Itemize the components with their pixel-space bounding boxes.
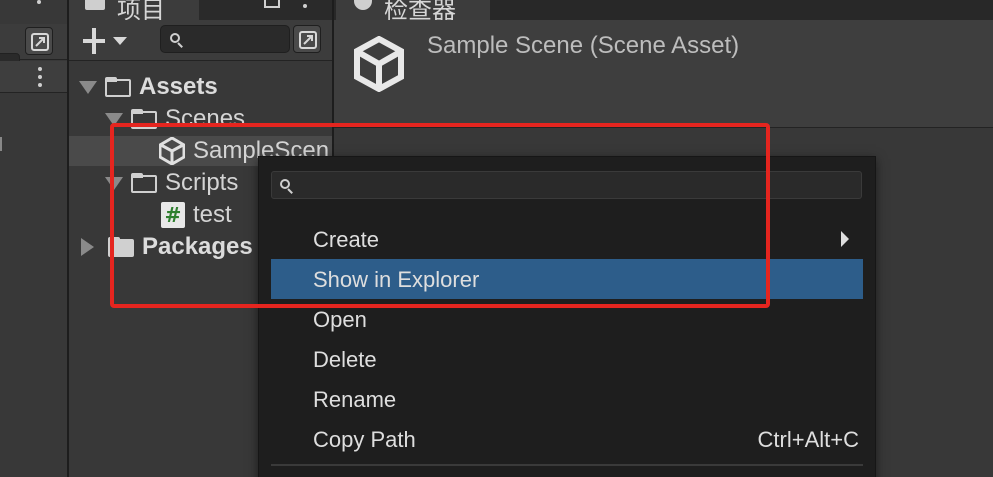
menu-item-show-in-explorer[interactable]: Show in Explorer bbox=[271, 259, 863, 299]
tree-item-test[interactable]: # test bbox=[161, 199, 232, 231]
object-picker-button[interactable] bbox=[293, 25, 321, 53]
project-toolbar bbox=[69, 20, 332, 61]
partial-tree-line bbox=[0, 137, 4, 151]
menu-divider bbox=[271, 464, 863, 466]
menu-item-create[interactable]: Create bbox=[271, 219, 863, 259]
unity-scene-icon bbox=[354, 36, 404, 92]
menu-item-rename[interactable]: Rename bbox=[271, 379, 863, 419]
unity-scene-icon bbox=[159, 137, 185, 165]
dropdown-caret-icon bbox=[113, 37, 127, 45]
submenu-arrow-icon bbox=[841, 231, 849, 247]
tree-item-packages[interactable]: Packages bbox=[81, 231, 253, 263]
info-icon bbox=[354, 0, 372, 10]
menu-item-label: Copy Path bbox=[313, 427, 416, 452]
tab-project[interactable]: 项目 bbox=[69, 0, 199, 24]
menu-item-label: Rename bbox=[313, 387, 397, 412]
menu-item-open[interactable]: Open bbox=[271, 299, 863, 339]
menu-item-delete[interactable]: Delete bbox=[271, 339, 863, 379]
menu-item-label: Show in Explorer bbox=[313, 267, 480, 292]
collapse-arrow-icon[interactable] bbox=[81, 238, 94, 256]
tree-item-scripts[interactable]: Scripts bbox=[105, 167, 238, 199]
search-icon bbox=[280, 179, 294, 194]
kebab-menu-icon[interactable] bbox=[36, 0, 42, 8]
menu-item-label: Delete bbox=[313, 347, 377, 372]
left-side-panel bbox=[0, 0, 67, 477]
project-tab-strip: 项目 bbox=[69, 0, 332, 24]
menu-item-copy-path[interactable]: Copy Path Ctrl+Alt+C bbox=[271, 419, 863, 459]
context-menu-search-input[interactable] bbox=[271, 171, 862, 199]
kebab-menu-icon[interactable] bbox=[302, 0, 308, 8]
expand-arrow-icon[interactable] bbox=[105, 112, 123, 126]
left-panel-header bbox=[0, 61, 67, 93]
folder-open-icon bbox=[131, 173, 157, 193]
object-picker-icon bbox=[299, 31, 317, 49]
folder-open-icon bbox=[131, 109, 157, 129]
tree-item-assets[interactable]: Assets bbox=[79, 71, 218, 103]
csharp-script-icon: # bbox=[161, 202, 185, 228]
expand-arrow-icon[interactable] bbox=[105, 176, 123, 190]
tab-inspector[interactable]: 检查器 bbox=[336, 0, 490, 24]
left-panel-toolbar bbox=[0, 24, 67, 78]
tree-label-test: test bbox=[193, 201, 232, 228]
inspector-tab-strip: 检查器 bbox=[334, 0, 993, 24]
menu-item-label: Create bbox=[313, 227, 380, 252]
folder-closed-icon bbox=[108, 237, 134, 257]
tree-label-scenes: Scenes bbox=[165, 105, 246, 132]
menu-item-shortcut: Ctrl+Alt+C bbox=[757, 427, 859, 452]
project-folder-icon bbox=[85, 0, 105, 10]
expand-arrow-icon[interactable] bbox=[79, 80, 97, 94]
object-picker-icon bbox=[31, 33, 49, 51]
context-menu: Create Show in Explorer Open Delete Rena… bbox=[258, 156, 876, 477]
inspector-header: Sample Scene (Scene Asset) bbox=[334, 20, 993, 128]
tree-label-packages: Packages bbox=[142, 233, 253, 260]
tree-label-assets: Assets bbox=[139, 73, 218, 100]
add-asset-button[interactable] bbox=[81, 27, 129, 55]
inspector-title: Sample Scene (Scene Asset) bbox=[427, 32, 740, 59]
menu-item-label: Open bbox=[313, 307, 367, 332]
restore-window-icon[interactable] bbox=[264, 0, 280, 8]
tree-item-scenes[interactable]: Scenes bbox=[105, 103, 245, 135]
kebab-menu-icon[interactable] bbox=[37, 67, 43, 87]
project-search-input[interactable] bbox=[160, 25, 290, 53]
tree-label-scripts: Scripts bbox=[165, 169, 239, 196]
object-picker-button[interactable] bbox=[25, 27, 53, 55]
search-icon bbox=[170, 33, 184, 48]
folder-open-icon bbox=[105, 77, 131, 97]
